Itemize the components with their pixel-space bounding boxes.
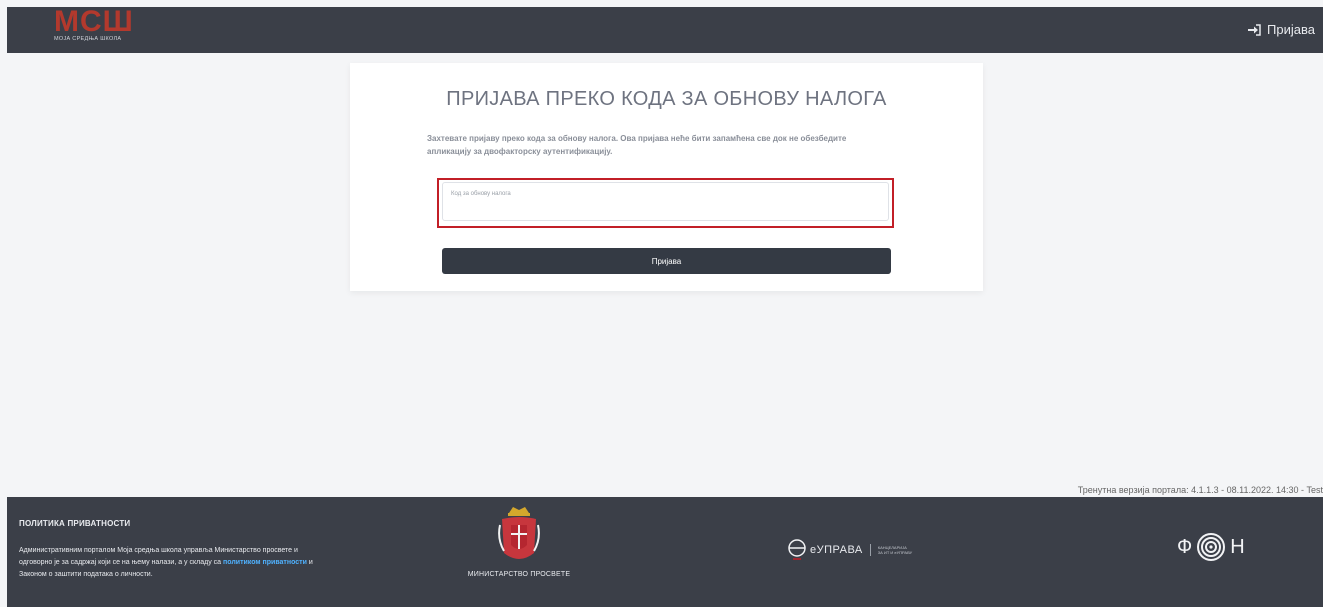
fon-letter-left: Ф (1177, 535, 1193, 558)
recovery-code-label: Код за обнову налога (451, 191, 511, 197)
recovery-code-input[interactable]: Код за обнову налога (442, 182, 889, 221)
page-title: ПРИЈАВА ПРЕКО КОДА ЗА ОБНОВУ НАЛОГА (446, 88, 887, 110)
coat-of-arms-icon (498, 507, 540, 559)
portal-version: Тренутна верзија портала: 4.1.1.3 - 08.1… (1077, 485, 1323, 495)
privacy-policy-link[interactable]: политиком приватности (223, 559, 307, 566)
ministry-block[interactable]: МИНИСТАРСТВО ПРОСВЕТЕ (454, 505, 584, 578)
fon-emblem-icon (1197, 533, 1226, 561)
fon-logo[interactable]: Ф Н (1177, 532, 1245, 562)
login-label: Пријава (1267, 22, 1315, 37)
card-description: Захтевате пријаву преко кода за обнову н… (427, 134, 847, 156)
euprava-name: eУПРАВА (810, 544, 863, 556)
fon-letter-right: Н (1230, 535, 1245, 558)
ministry-label: МИНИСТАРСТВО ПРОСВЕТЕ (467, 571, 571, 578)
recovery-login-card: ПРИЈАВА ПРЕКО КОДА ЗА ОБНОВУ НАЛОГА Захт… (350, 63, 983, 291)
euprava-subtitle: КАНЦЕЛАРИЈА ЗА ИТ И еУПРАВУ (878, 545, 912, 555)
logo[interactable]: МСШ МОЈА СРЕДЊА ШКОЛА (54, 10, 174, 50)
euprava-divider (869, 544, 871, 556)
euprava-sub-line-2: ЗА ИТ И еУПРАВУ (877, 550, 913, 555)
sign-in-icon (1248, 23, 1261, 36)
login-link[interactable]: Пријава (1247, 22, 1315, 37)
euprava-logo[interactable]: eУПРАВА КАНЦЕЛАРИЈА ЗА ИТ И еУПРАВУ (787, 539, 912, 561)
euprava-e-icon (788, 539, 806, 560)
top-navbar: МСШ МОЈА СРЕДЊА ШКОЛА Пријава (7, 7, 1323, 53)
privacy-text: Административним порталом Моја средња шк… (19, 545, 319, 581)
logo-subtitle: МОЈА СРЕДЊА ШКОЛА (54, 36, 122, 42)
privacy-title: ПОЛИТИКА ПРИВАТНОСТИ (19, 519, 131, 528)
footer: ПОЛИТИКА ПРИВАТНОСТИ Административним по… (7, 497, 1323, 607)
logo-mark: МСШ (54, 10, 134, 32)
login-button[interactable]: Пријава (442, 248, 891, 274)
